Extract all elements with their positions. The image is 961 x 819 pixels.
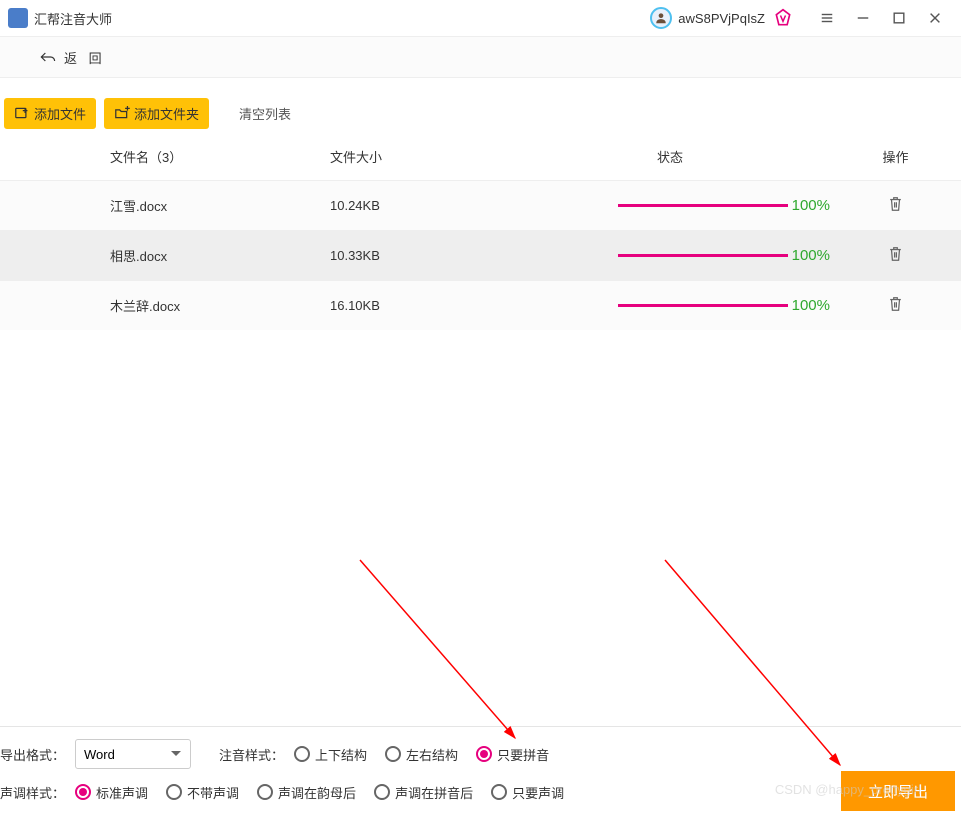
progress-bar: [618, 204, 788, 207]
options-panel: 导出格式： Word 注音样式： 上下结构 左右结构 只要拼音 声调样式： 标准声调…: [0, 726, 961, 819]
app-logo-icon: [8, 8, 28, 28]
radio-label: 只要声调: [512, 783, 564, 802]
file-status: 100%: [510, 297, 830, 314]
file-name: 相思.docx: [0, 246, 330, 265]
col-header-name: 文件名（3）: [0, 147, 330, 166]
file-name: 江雪.docx: [0, 196, 330, 215]
tone-style-label: 声调样式：: [0, 783, 65, 802]
add-file-icon: [14, 106, 30, 120]
radio-icon: [374, 784, 390, 800]
col-header-status: 状态: [510, 147, 830, 166]
vip-badge-icon[interactable]: [773, 8, 793, 28]
radio-icon: [257, 784, 273, 800]
progress-percent: 100%: [792, 247, 830, 264]
file-size: 10.24KB: [330, 198, 510, 213]
add-folder-label: 添加文件夹: [134, 104, 199, 123]
add-file-label: 添加文件: [34, 104, 86, 123]
delete-button[interactable]: [888, 296, 903, 315]
radio-icon: [491, 784, 507, 800]
trash-icon: [888, 246, 903, 262]
radio-label: 标准声调: [96, 783, 148, 802]
maximize-button[interactable]: [881, 4, 917, 32]
col-header-action: 操作: [830, 147, 961, 166]
export-format-select[interactable]: Word: [75, 739, 191, 769]
tone-style-radio[interactable]: 声调在韵母后: [257, 783, 356, 802]
avatar-icon[interactable]: [650, 7, 672, 29]
titlebar: 汇帮注音大师 awS8PVjPqIsZ: [0, 0, 961, 36]
delete-button[interactable]: [888, 246, 903, 265]
menu-button[interactable]: [809, 4, 845, 32]
pinyin-style-label: 注音样式：: [219, 745, 284, 764]
pinyin-style-radio[interactable]: 上下结构: [294, 745, 367, 764]
progress-bar: [618, 254, 788, 257]
pinyin-style-radio[interactable]: 只要拼音: [476, 745, 549, 764]
radio-icon: [294, 746, 310, 762]
app-title: 汇帮注音大师: [34, 9, 112, 28]
table-header: 文件名（3） 文件大小 状态 操作: [0, 132, 961, 180]
tone-style-radio[interactable]: 不带声调: [166, 783, 239, 802]
radio-icon: [166, 784, 182, 800]
radio-label: 只要拼音: [497, 745, 549, 764]
file-size: 16.10KB: [330, 298, 510, 313]
toolbar: 添加文件 添加文件夹 清空列表: [0, 86, 961, 132]
export-format-label: 导出格式：: [0, 745, 65, 764]
clear-list-button[interactable]: 清空列表: [229, 98, 301, 129]
backbar: 返 回: [0, 36, 961, 78]
annotation-arrow-icon: [360, 560, 530, 753]
progress-percent: 100%: [792, 297, 830, 314]
file-status: 100%: [510, 247, 830, 264]
radio-label: 声调在拼音后: [395, 783, 473, 802]
radio-label: 不带声调: [187, 783, 239, 802]
table-row: 木兰辞.docx 16.10KB 100%: [0, 280, 961, 330]
tone-style-radio[interactable]: 声调在拼音后: [374, 783, 473, 802]
radio-label: 左右结构: [406, 745, 458, 764]
file-table: 文件名（3） 文件大小 状态 操作 江雪.docx 10.24KB 100% 相…: [0, 132, 961, 330]
add-folder-icon: [114, 106, 130, 120]
trash-icon: [888, 196, 903, 212]
pinyin-style-radio[interactable]: 左右结构: [385, 745, 458, 764]
radio-label: 声调在韵母后: [278, 783, 356, 802]
progress-percent: 100%: [792, 197, 830, 214]
username[interactable]: awS8PVjPqIsZ: [678, 11, 765, 26]
back-label: 返 回: [64, 48, 106, 67]
radio-label: 上下结构: [315, 745, 367, 764]
file-name: 木兰辞.docx: [0, 296, 330, 315]
delete-button[interactable]: [888, 196, 903, 215]
add-file-button[interactable]: 添加文件: [4, 98, 96, 129]
minimize-button[interactable]: [845, 4, 881, 32]
back-button[interactable]: 返 回: [40, 48, 106, 67]
file-status: 100%: [510, 197, 830, 214]
radio-icon: [476, 746, 492, 762]
close-button[interactable]: [917, 4, 953, 32]
col-header-size: 文件大小: [330, 147, 510, 166]
add-folder-button[interactable]: 添加文件夹: [104, 98, 209, 129]
file-size: 10.33KB: [330, 248, 510, 263]
radio-icon: [385, 746, 401, 762]
table-row: 相思.docx 10.33KB 100%: [0, 230, 961, 280]
tone-style-radio[interactable]: 标准声调: [75, 783, 148, 802]
trash-icon: [888, 296, 903, 312]
export-button[interactable]: 立即导出: [841, 771, 955, 811]
tone-style-radio[interactable]: 只要声调: [491, 783, 564, 802]
progress-bar: [618, 304, 788, 307]
radio-icon: [75, 784, 91, 800]
table-row: 江雪.docx 10.24KB 100%: [0, 180, 961, 230]
